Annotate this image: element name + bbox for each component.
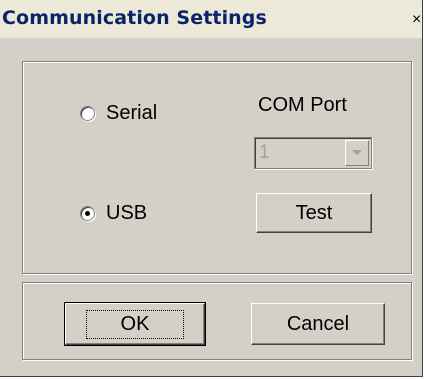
usb-radio[interactable]: USB <box>80 202 147 225</box>
chevron-down-icon[interactable] <box>345 140 369 166</box>
test-button[interactable]: Test <box>256 193 372 233</box>
com-port-value: 1 <box>259 142 270 163</box>
title-bar[interactable]: Communication Settings × <box>0 0 422 38</box>
usb-radio-circle[interactable] <box>80 206 95 221</box>
close-icon[interactable]: × <box>412 10 422 30</box>
cancel-button[interactable]: Cancel <box>251 303 385 345</box>
serial-radio-circle[interactable] <box>80 106 95 121</box>
com-port-select[interactable]: 1 <box>254 137 372 169</box>
ok-button-label: OK <box>85 309 185 339</box>
ok-button[interactable]: OK <box>64 302 206 346</box>
usb-label: USB <box>106 202 148 224</box>
serial-label: Serial <box>106 102 158 124</box>
serial-radio[interactable]: Serial <box>80 102 157 125</box>
dialog-title: Communication Settings <box>2 7 267 29</box>
com-port-label: COM Port <box>258 94 347 116</box>
communication-settings-dialog: Communication Settings × Serial USB COM … <box>0 0 423 377</box>
